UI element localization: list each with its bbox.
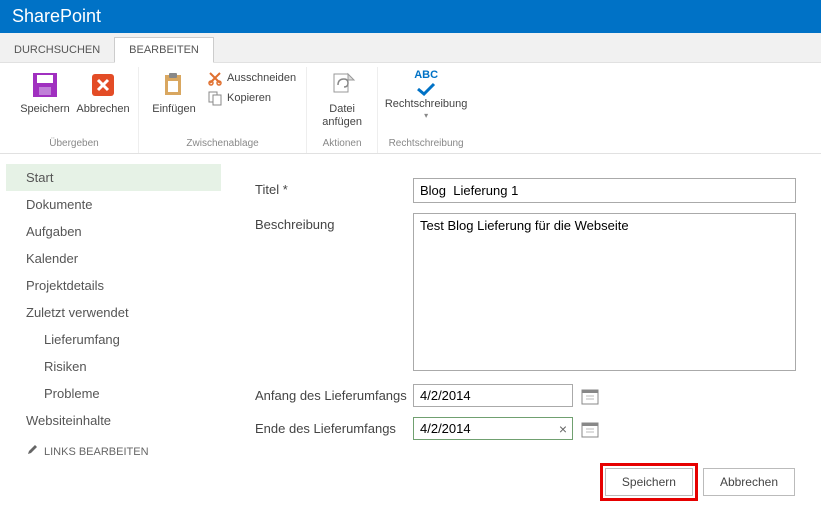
paste-icon — [158, 69, 190, 101]
label-ende: Ende des Lieferumfangs — [255, 417, 413, 436]
label-beschreibung: Beschreibung — [255, 213, 413, 232]
ribbon-spellcheck-button[interactable]: ABC Rechtschreibung ▾ — [386, 69, 466, 121]
ribbon-tab-strip: DURCHSUCHEN BEARBEITEN — [0, 33, 821, 63]
copy-icon — [207, 90, 223, 106]
tab-edit[interactable]: BEARBEITEN — [114, 37, 214, 63]
dropdown-arrow-icon: ▾ — [424, 111, 428, 121]
attach-icon — [326, 69, 358, 101]
nav-sub-probleme[interactable]: Probleme — [6, 380, 221, 407]
form-area: Titel * Beschreibung Anfang des Lieferum… — [221, 164, 815, 504]
ribbon-group-commit: Speichern Abbrechen Übergeben — [10, 67, 139, 153]
nav-item-projektdetails[interactable]: Projektdetails — [6, 272, 221, 299]
tab-browse[interactable]: DURCHSUCHEN — [0, 38, 114, 62]
ribbon-paste-button[interactable]: Einfügen — [147, 69, 201, 116]
calendar-icon[interactable] — [581, 420, 599, 438]
clear-icon[interactable]: × — [559, 421, 567, 437]
ribbon-group-actions: Datei anfügen Aktionen — [307, 67, 378, 153]
nav-item-start[interactable]: Start — [6, 164, 221, 191]
input-ende-date[interactable] — [413, 417, 573, 440]
nav-item-dokumente[interactable]: Dokumente — [6, 191, 221, 218]
left-nav: Start Dokumente Aufgaben Kalender Projek… — [6, 164, 221, 504]
save-button[interactable]: Speichern — [605, 468, 693, 496]
ribbon: Speichern Abbrechen Übergeben Einfügen — [0, 63, 821, 154]
ribbon-save-button[interactable]: Speichern — [18, 69, 72, 116]
ribbon-copy-button[interactable]: Kopieren — [205, 89, 273, 107]
nav-item-aufgaben[interactable]: Aufgaben — [6, 218, 221, 245]
cut-icon — [207, 70, 223, 86]
nav-sub-risiken[interactable]: Risiken — [6, 353, 221, 380]
input-beschreibung[interactable] — [413, 213, 796, 371]
calendar-icon[interactable] — [581, 387, 599, 405]
ribbon-group-spell: ABC Rechtschreibung ▾ Rechtschreibung — [378, 67, 474, 153]
cancel-button[interactable]: Abbrechen — [703, 468, 795, 496]
nav-edit-links[interactable]: LINKS BEARBEITEN — [6, 434, 221, 459]
input-anfang-date[interactable] — [413, 384, 573, 407]
ribbon-attach-button[interactable]: Datei anfügen — [315, 69, 369, 129]
ribbon-cut-button[interactable]: Ausschneiden — [205, 69, 298, 87]
nav-item-websiteinhalte[interactable]: Websiteinhalte — [6, 407, 221, 434]
cancel-icon — [87, 69, 119, 101]
input-titel[interactable] — [413, 178, 796, 203]
ribbon-group-clipboard: Einfügen Ausschneiden Kopieren Zwischena… — [139, 67, 307, 153]
nav-item-kalender[interactable]: Kalender — [6, 245, 221, 272]
label-anfang: Anfang des Lieferumfangs — [255, 384, 413, 403]
ribbon-cancel-button[interactable]: Abbrechen — [76, 69, 130, 116]
label-titel: Titel * — [255, 178, 413, 197]
pencil-icon — [26, 444, 38, 459]
suite-title: SharePoint — [12, 6, 101, 26]
nav-item-zuletzt[interactable]: Zuletzt verwendet — [6, 299, 221, 326]
spellcheck-icon: ABC — [410, 69, 442, 96]
nav-sub-lieferumfang[interactable]: Lieferumfang — [6, 326, 221, 353]
save-icon — [29, 69, 61, 101]
suite-bar: SharePoint — [0, 0, 821, 33]
